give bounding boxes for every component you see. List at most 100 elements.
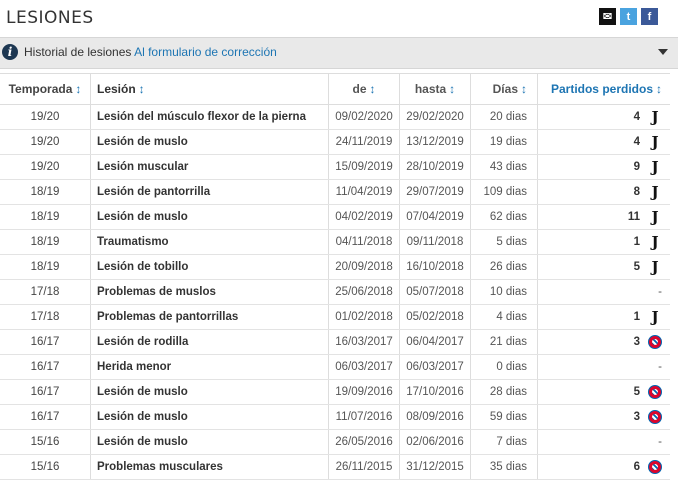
table-row: 17/18 Problemas de pantorrillas 01/02/2018… [0, 304, 670, 330]
until-date-cell: 28/10/2019 [399, 154, 471, 180]
games-missed-cell: 6 [537, 454, 670, 480]
page-header: LESIONES ✉ t f [0, 0, 678, 36]
table-row: 17/18 Problemas de muslos 25/06/2018 05/07/… [0, 279, 670, 305]
injury-cell: Lesión de muslo [90, 429, 329, 455]
column-header-injury[interactable]: Lesión ↕ [90, 73, 329, 105]
mail-share-icon[interactable]: ✉ [599, 8, 616, 25]
season-cell: 16/17 [0, 404, 91, 430]
juventus-logo-icon[interactable]: J [648, 258, 662, 276]
info-icon: i [2, 44, 18, 60]
from-date-cell: 26/05/2016 [328, 429, 400, 455]
season-cell: 17/18 [0, 304, 91, 330]
bayern-logo-icon[interactable] [648, 460, 662, 474]
from-date-cell: 16/03/2017 [328, 329, 400, 355]
juventus-logo-icon[interactable]: J [648, 183, 662, 201]
games-header-label: Partidos perdidos [550, 82, 653, 96]
days-cell: 5 dias [470, 229, 538, 255]
games-missed-count: 6 [633, 461, 640, 473]
days-header-label: Días [492, 82, 518, 96]
until-date-cell: 06/04/2017 [399, 329, 471, 355]
games-missed-count: - [658, 286, 662, 298]
games-missed-wrap: 1J [633, 308, 662, 326]
sort-icon: ↕ [521, 82, 527, 96]
days-cell: 28 dias [470, 379, 538, 405]
juventus-logo-icon[interactable]: J [648, 108, 662, 126]
table-row: 16/17 Lesión de muslo 11/07/2016 08/09/2016… [0, 404, 670, 430]
table-row: 15/16 Problemas musculares 26/11/2015 31/12… [0, 454, 670, 480]
days-cell: 20 dias [470, 104, 538, 130]
games-missed-wrap: - [658, 436, 662, 448]
table-row: 15/16 Lesión de muslo 26/05/2016 02/06/2016… [0, 429, 670, 455]
games-missed-cell: 5 [537, 379, 670, 405]
from-date-cell: 04/02/2019 [328, 204, 400, 230]
from-date-cell: 15/09/2019 [328, 154, 400, 180]
games-missed-count: 11 [627, 211, 640, 223]
games-missed-cell: - [537, 279, 670, 305]
sort-icon: ↕ [656, 82, 662, 96]
games-missed-wrap: 5 [634, 385, 662, 399]
juventus-logo-icon[interactable]: J [648, 158, 662, 176]
games-missed-count: 1 [633, 311, 640, 323]
days-cell: 109 dias [470, 179, 538, 205]
table-row: 19/20 Lesión muscular 15/09/2019 28/10/2019… [0, 154, 670, 180]
share-buttons: ✉ t f [599, 8, 658, 25]
days-cell: 59 dias [470, 404, 538, 430]
injury-cell: Problemas de muslos [90, 279, 329, 305]
column-header-until[interactable]: hasta ↕ [399, 73, 471, 105]
until-date-cell: 29/07/2019 [399, 179, 471, 205]
games-missed-count: 3 [633, 411, 640, 423]
games-missed-cell: - [537, 429, 670, 455]
games-missed-cell: 1J [537, 229, 670, 255]
table-row: 18/19 Lesión de pantorrilla 11/04/2019 29/0… [0, 179, 670, 205]
season-header-label: Temporada [8, 82, 73, 96]
until-date-cell: 29/02/2020 [399, 104, 471, 130]
days-cell: 7 dias [470, 429, 538, 455]
column-header-days[interactable]: Días ↕ [470, 73, 538, 105]
table-header-row: Temporada ↕ Lesión ↕ de ↕ hasta ↕ Días ↕ Part… [0, 73, 670, 105]
juventus-logo-icon[interactable]: J [648, 308, 662, 326]
injury-cell: Problemas de pantorrillas [90, 304, 329, 330]
until-date-cell: 13/12/2019 [399, 129, 471, 155]
season-cell: 19/20 [0, 154, 91, 180]
twitter-share-icon[interactable]: t [620, 8, 637, 25]
bayern-logo-icon[interactable] [648, 335, 662, 349]
injury-cell: Lesión de muslo [90, 404, 329, 430]
from-date-cell: 26/11/2015 [328, 454, 400, 480]
games-missed-wrap: 9J [634, 158, 662, 176]
juventus-logo-icon[interactable]: J [648, 233, 662, 251]
table-row: 16/17 Lesión de muslo 19/09/2016 17/10/2016… [0, 379, 670, 405]
days-cell: 10 dias [470, 279, 538, 305]
injury-header-label: Lesión [97, 82, 136, 96]
from-date-cell: 11/07/2016 [328, 404, 400, 430]
games-missed-wrap: 11 J [627, 208, 662, 226]
bayern-logo-icon[interactable] [648, 410, 662, 424]
injury-table: Temporada ↕ Lesión ↕ de ↕ hasta ↕ Días ↕ Part… [0, 73, 670, 480]
chevron-down-icon[interactable] [658, 49, 668, 55]
from-date-cell: 09/02/2020 [328, 104, 400, 130]
column-header-games-missed[interactable]: Partidos perdidos ↕ [537, 73, 670, 105]
games-missed-wrap: - [658, 361, 662, 373]
injury-cell: Herida menor [90, 354, 329, 380]
info-bar: i Historial de lesiones Al formulario de… [0, 37, 678, 69]
juventus-logo-icon[interactable]: J [648, 133, 662, 151]
from-date-cell: 25/06/2018 [328, 279, 400, 305]
table-row: 18/19 Traumatismo 04/11/2018 09/11/2018 5 di… [0, 229, 670, 255]
games-missed-cell: 4J [537, 104, 670, 130]
sort-icon: ↕ [138, 82, 145, 96]
until-date-cell: 02/06/2016 [399, 429, 471, 455]
until-date-cell: 05/07/2018 [399, 279, 471, 305]
correction-form-link[interactable]: Al formulario de corrección [134, 45, 277, 59]
games-missed-count: 5 [633, 386, 640, 398]
days-cell: 4 dias [470, 304, 538, 330]
season-cell: 16/17 [0, 329, 91, 355]
from-date-cell: 11/04/2019 [328, 179, 400, 205]
games-missed-wrap: 5J [634, 258, 662, 276]
bayern-logo-icon[interactable] [648, 385, 662, 399]
juventus-logo-icon[interactable]: J [648, 208, 662, 226]
games-missed-cell: 8J [537, 179, 670, 205]
games-missed-wrap: 3 [634, 410, 662, 424]
column-header-season[interactable]: Temporada ↕ [0, 73, 91, 105]
column-header-from[interactable]: de ↕ [328, 73, 400, 105]
facebook-share-icon[interactable]: f [641, 8, 658, 25]
until-date-cell: 17/10/2016 [399, 379, 471, 405]
